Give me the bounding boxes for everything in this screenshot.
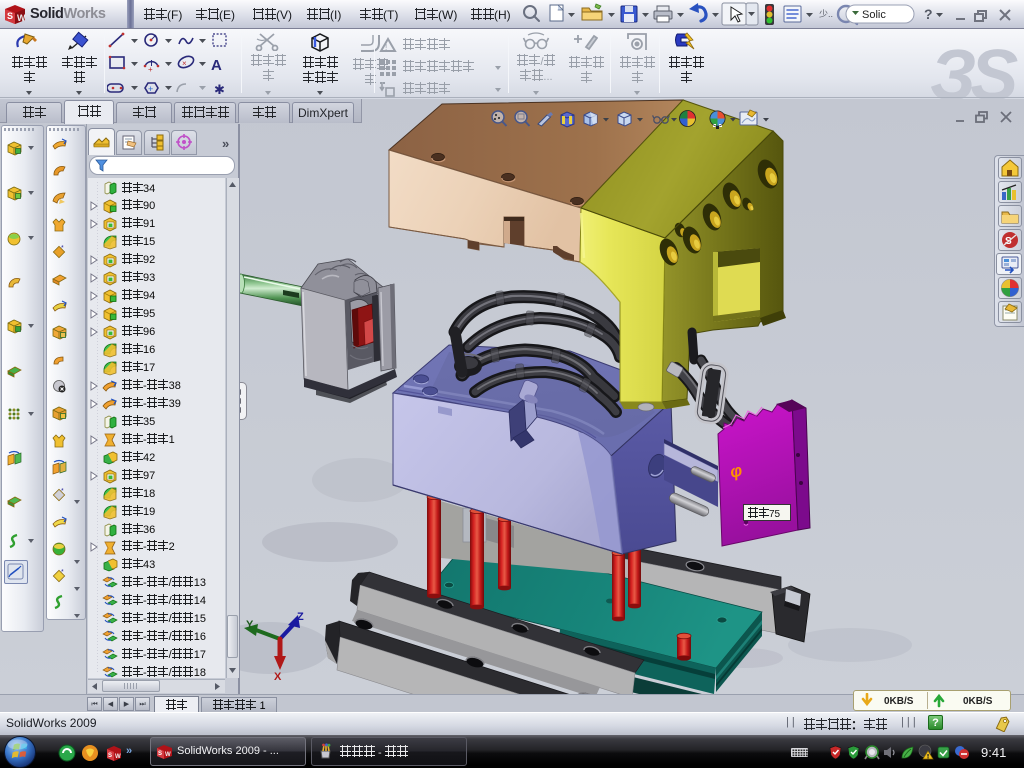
svg-text:Z: Z [297, 611, 304, 623]
svg-text:*: * [61, 488, 64, 495]
svg-text:+: + [148, 65, 153, 74]
svg-text:W: W [115, 754, 121, 760]
svg-text:*: * [61, 245, 64, 252]
svg-text:S: S [158, 751, 162, 757]
svg-text:»: » [126, 745, 132, 757]
svg-text:✱: ✱ [214, 82, 225, 96]
svg-text:×: × [182, 59, 187, 68]
svg-text:X: X [274, 671, 282, 683]
svg-text:少..: 少.. [819, 9, 833, 19]
svg-text:A: A [211, 57, 222, 74]
svg-text:Solic: Solic [862, 9, 886, 21]
svg-text:W: W [165, 752, 171, 758]
svg-text:?: ? [924, 6, 933, 22]
svg-text:*: * [61, 569, 64, 576]
svg-text:W: W [17, 13, 26, 23]
svg-text:S: S [7, 11, 13, 21]
svg-text:+: + [148, 84, 153, 94]
svg-text:S: S [108, 753, 112, 759]
svg-text:Y: Y [246, 619, 254, 631]
svg-text:!: ! [385, 43, 387, 52]
